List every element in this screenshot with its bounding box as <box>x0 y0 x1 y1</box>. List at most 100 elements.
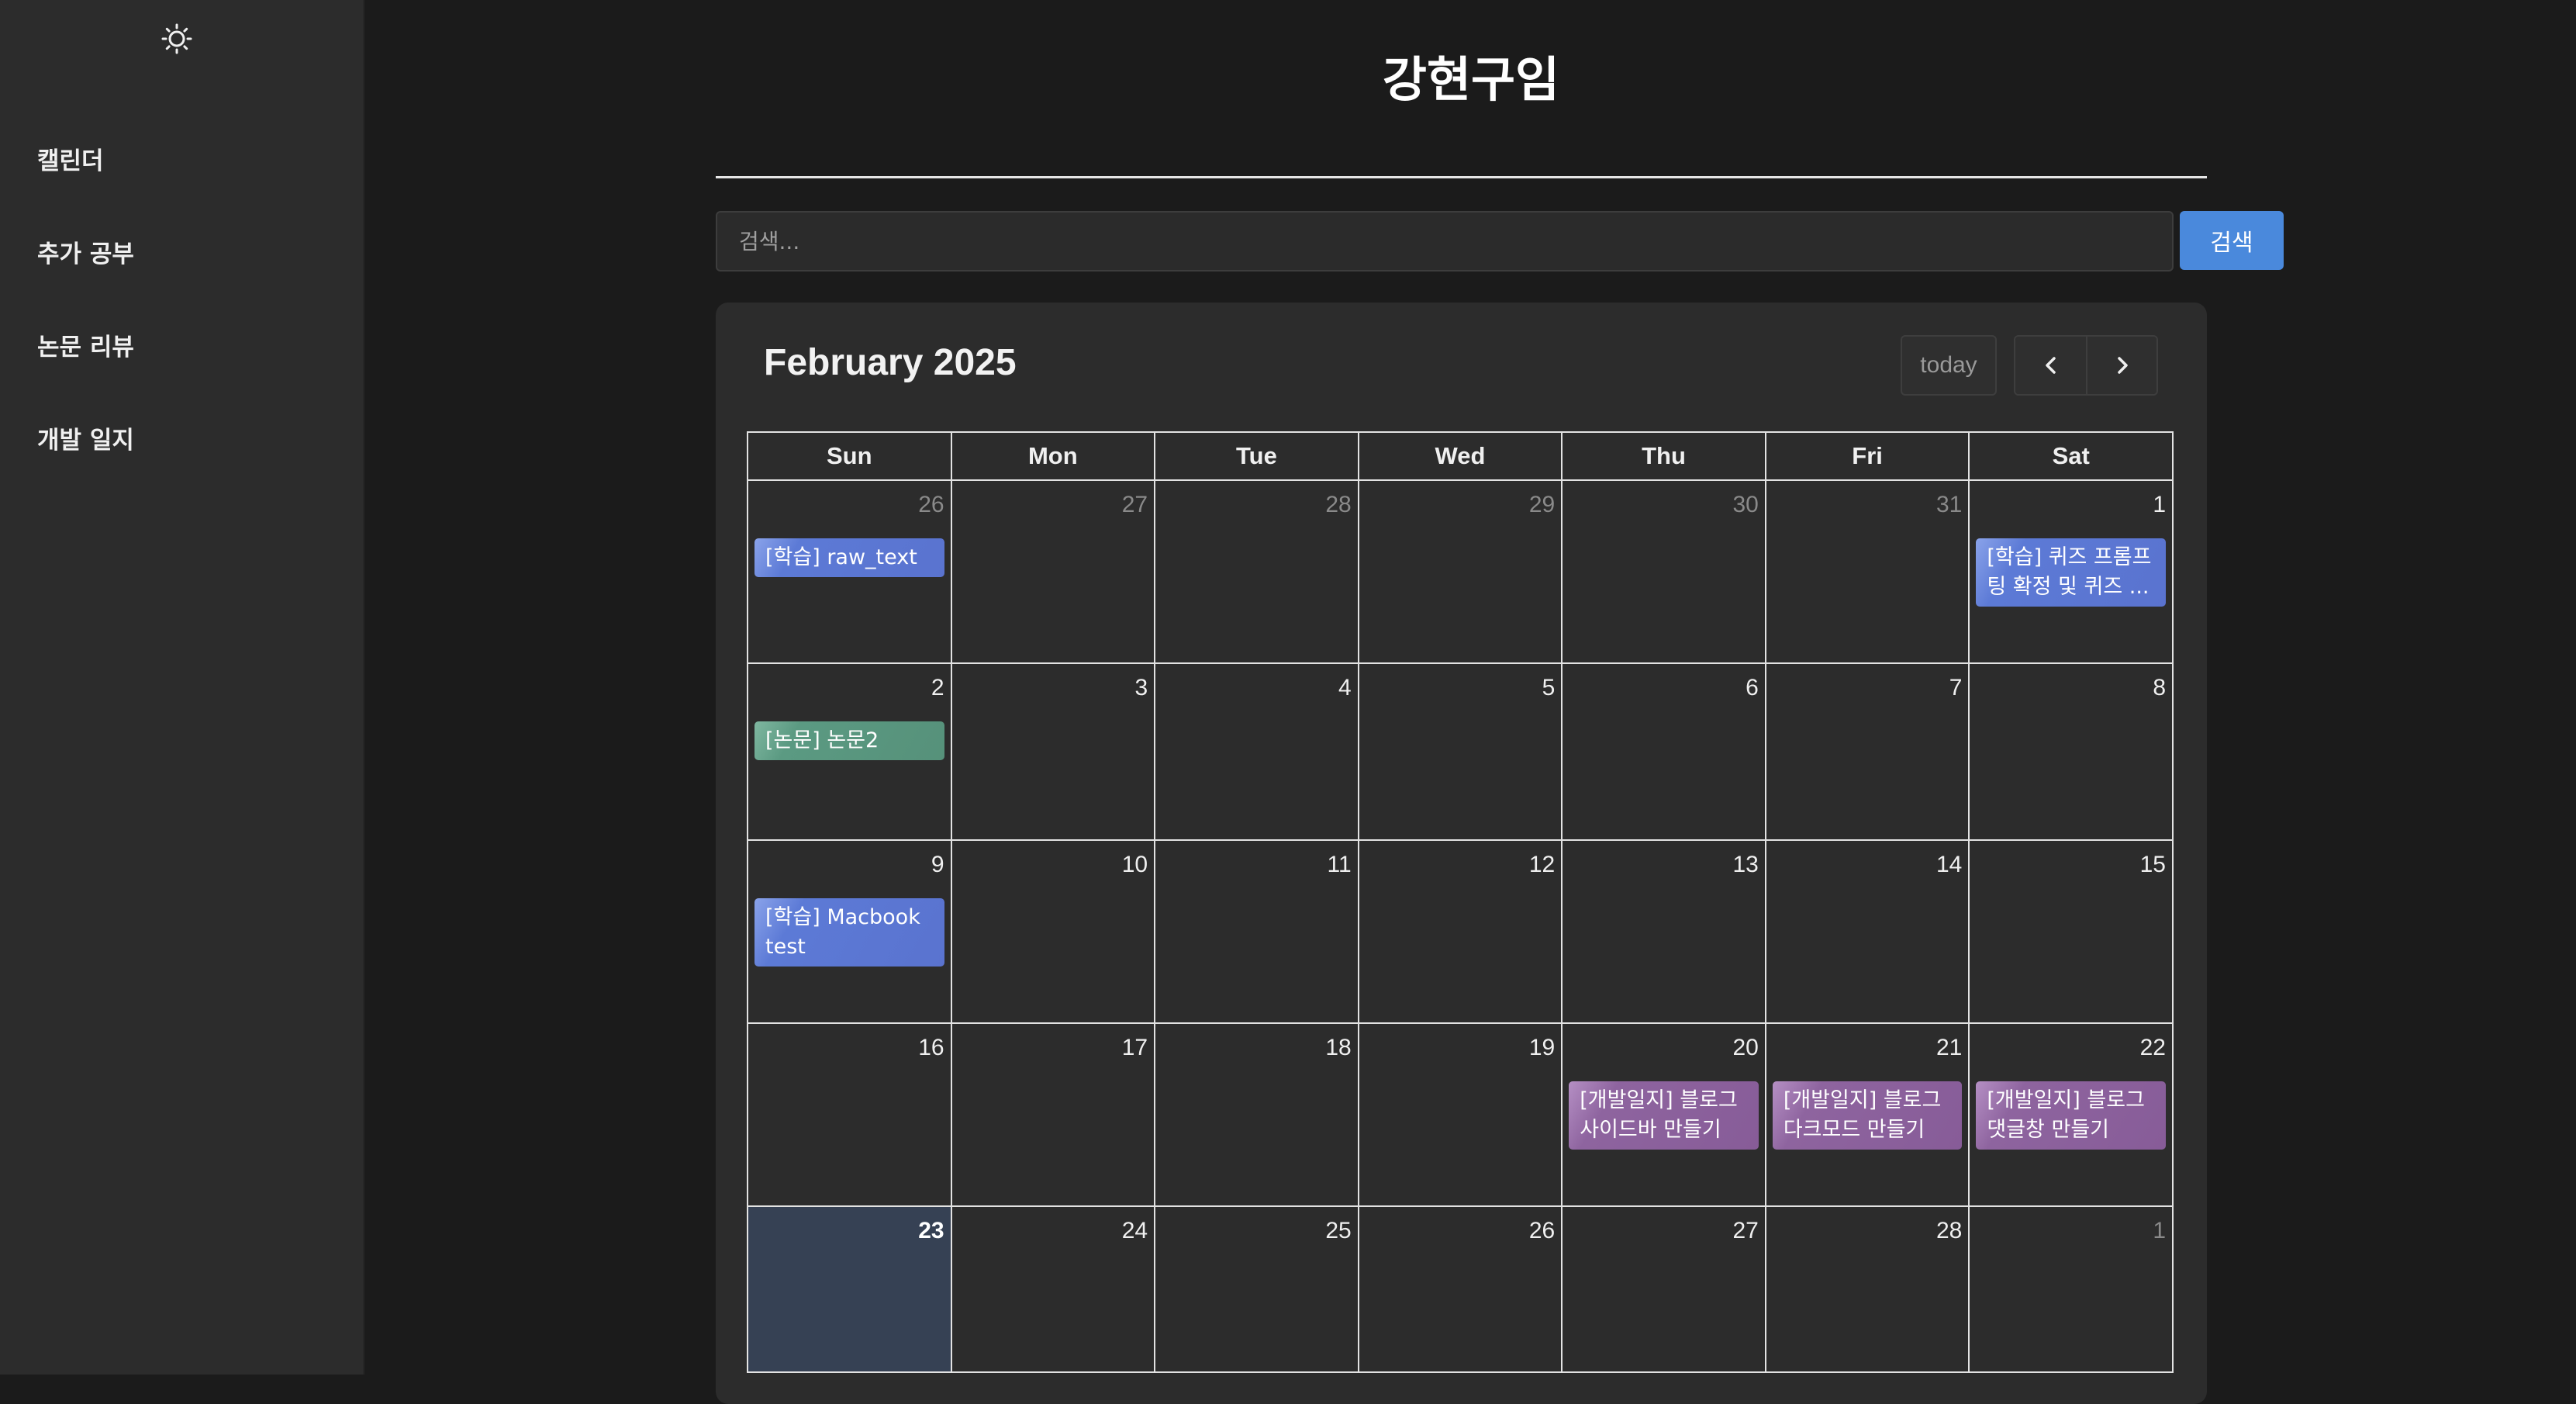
calendar-week-row: 16 17 18 19 20 [개발일지] 블로그 사이드바 만들기 21 [개발일지] 블로… <box>747 1022 2174 1207</box>
calendar-day-cell[interactable]: 26 <box>1357 1205 1563 1373</box>
day-number[interactable]: 24 <box>1122 1218 1148 1244</box>
day-number[interactable]: 6 <box>1746 675 1759 701</box>
search-button[interactable]: 검색 <box>2180 211 2284 270</box>
search-input[interactable] <box>716 211 2174 271</box>
day-number[interactable]: 26 <box>918 492 944 518</box>
next-month-button[interactable] <box>2086 337 2156 394</box>
day-number[interactable]: 28 <box>1936 1218 1962 1244</box>
day-number[interactable]: 13 <box>1732 852 1758 878</box>
weekday-header-row: Sun Mon Tue Wed Thu Fri Sat <box>747 431 2174 481</box>
day-number[interactable]: 19 <box>1529 1035 1555 1061</box>
calendar-day-cell[interactable]: 19 <box>1357 1022 1563 1207</box>
day-number[interactable]: 10 <box>1122 852 1148 878</box>
day-number[interactable]: 29 <box>1529 492 1555 518</box>
day-number[interactable]: 1 <box>2153 1218 2166 1244</box>
calendar-day-cell[interactable]: 5 <box>1357 662 1563 841</box>
calendar-day-cell[interactable]: 26 [학습] raw_text <box>747 479 952 664</box>
day-number[interactable]: 18 <box>1325 1035 1351 1061</box>
calendar-day-cell[interactable]: 28 <box>1764 1205 1970 1373</box>
day-number[interactable]: 20 <box>1732 1035 1758 1061</box>
day-number[interactable]: 30 <box>1732 492 1758 518</box>
calendar-day-cell[interactable]: 15 <box>1968 839 2174 1024</box>
day-number[interactable]: 14 <box>1936 852 1962 878</box>
calendar-day-cell[interactable]: 27 <box>950 479 1156 664</box>
chevron-left-icon <box>2045 357 2056 374</box>
sidebar-item-paper-review[interactable]: 논문 리뷰 <box>37 324 134 417</box>
title-divider <box>716 176 2207 178</box>
calendar-day-cell[interactable]: 7 <box>1764 662 1970 841</box>
sidebar-item-calendar[interactable]: 캘린더 <box>37 138 134 231</box>
day-number[interactable]: 4 <box>1338 675 1352 701</box>
calendar-day-cell[interactable]: 1 <box>1968 1205 2174 1373</box>
sun-icon <box>161 23 192 54</box>
calendar-day-cell[interactable]: 11 <box>1154 839 1359 1024</box>
day-number[interactable]: 31 <box>1936 492 1962 518</box>
day-number[interactable]: 1 <box>2153 492 2166 518</box>
calendar-day-cell[interactable]: 27 <box>1561 1205 1766 1373</box>
calendar-day-cell[interactable]: 8 <box>1968 662 2174 841</box>
theme-toggle-button[interactable] <box>160 22 194 56</box>
calendar-event[interactable]: [학습] 퀴즈 프롬프팅 확정 및 퀴즈 ... <box>1976 538 2166 607</box>
calendar-day-cell[interactable]: 1 [학습] 퀴즈 프롬프팅 확정 및 퀴즈 ... <box>1968 479 2174 664</box>
day-number[interactable]: 26 <box>1529 1218 1555 1244</box>
calendar-title: February 2025 <box>764 342 1017 383</box>
calendar-day-cell[interactable]: 25 <box>1154 1205 1359 1373</box>
day-number[interactable]: 5 <box>1542 675 1556 701</box>
calendar-day-cell[interactable]: 17 <box>950 1022 1156 1207</box>
day-number[interactable]: 25 <box>1325 1218 1351 1244</box>
calendar-day-cell[interactable]: 29 <box>1357 479 1563 664</box>
day-number[interactable]: 15 <box>2140 852 2166 878</box>
today-button[interactable]: today <box>1901 335 1997 396</box>
calendar-day-cell[interactable]: 28 <box>1154 479 1359 664</box>
day-number[interactable]: 11 <box>1328 852 1352 878</box>
day-number[interactable]: 21 <box>1936 1035 1962 1061</box>
day-number[interactable]: 7 <box>1949 675 1963 701</box>
prev-month-button[interactable] <box>2015 337 2086 394</box>
weekday-header: Sun <box>747 431 952 481</box>
calendar-day-cell[interactable]: 31 <box>1764 479 1970 664</box>
calendar-day-cell[interactable]: 4 <box>1154 662 1359 841</box>
calendar-day-cell[interactable]: 13 <box>1561 839 1766 1024</box>
calendar-day-cell[interactable]: 2 [논문] 논문2 <box>747 662 952 841</box>
main-content: 강현구임 검색 February 2025 today Sun Mon <box>366 0 2576 1404</box>
sidebar-item-dev-log[interactable]: 개발 일지 <box>37 417 134 510</box>
calendar-day-cell[interactable]: 24 <box>950 1205 1156 1373</box>
day-number[interactable]: 12 <box>1529 852 1555 878</box>
calendar-day-cell[interactable]: 3 <box>950 662 1156 841</box>
calendar-body: 26 [학습] raw_text 27 28 29 30 31 1 [학습] 퀴즈 프롬프팅 확… <box>747 479 2174 1373</box>
calendar-day-cell[interactable]: 22 [개발일지] 블로그 댓글창 만들기 <box>1968 1022 2174 1207</box>
calendar-week-row: 9 [학습] Macbook test 10 11 12 13 14 15 <box>747 839 2174 1024</box>
day-number[interactable]: 28 <box>1325 492 1351 518</box>
calendar-day-cell[interactable]: 21 [개발일지] 블로그 다크모드 만들기 <box>1764 1022 1970 1207</box>
day-number[interactable]: 8 <box>2153 675 2166 701</box>
calendar-event[interactable]: [논문] 논문2 <box>754 721 944 760</box>
calendar-day-cell[interactable]: 9 [학습] Macbook test <box>747 839 952 1024</box>
day-number[interactable]: 3 <box>1134 675 1148 701</box>
calendar-day-cell[interactable]: 30 <box>1561 479 1766 664</box>
day-number[interactable]: 17 <box>1122 1035 1148 1061</box>
calendar-day-cell[interactable]: 6 <box>1561 662 1766 841</box>
day-number[interactable]: 22 <box>2140 1035 2166 1061</box>
calendar-day-cell-today[interactable]: 23 <box>747 1205 952 1373</box>
calendar: February 2025 today Sun Mon Tue Wed Thu … <box>716 303 2207 1404</box>
calendar-day-cell[interactable]: 12 <box>1357 839 1563 1024</box>
calendar-day-cell[interactable]: 16 <box>747 1022 952 1207</box>
day-number[interactable]: 9 <box>931 852 944 878</box>
calendar-day-cell[interactable]: 20 [개발일지] 블로그 사이드바 만들기 <box>1561 1022 1766 1207</box>
day-number[interactable]: 23 <box>918 1218 944 1244</box>
day-number[interactable]: 16 <box>918 1035 944 1061</box>
calendar-event[interactable]: [개발일지] 블로그 사이드바 만들기 <box>1569 1081 1759 1150</box>
calendar-week-row: 2 [논문] 논문2 3 4 5 6 7 8 <box>747 662 2174 841</box>
calendar-event[interactable]: [개발일지] 블로그 댓글창 만들기 <box>1976 1081 2166 1150</box>
calendar-event[interactable]: [개발일지] 블로그 다크모드 만들기 <box>1772 1081 1963 1150</box>
day-number[interactable]: 2 <box>931 675 944 701</box>
calendar-event[interactable]: [학습] Macbook test <box>754 898 944 967</box>
calendar-day-cell[interactable]: 14 <box>1764 839 1970 1024</box>
calendar-event[interactable]: [학습] raw_text <box>754 538 944 577</box>
calendar-day-cell[interactable]: 18 <box>1154 1022 1359 1207</box>
calendar-day-cell[interactable]: 10 <box>950 839 1156 1024</box>
calendar-grid: Sun Mon Tue Wed Thu Fri Sat 26 [학습] raw_t… <box>747 431 2174 1373</box>
day-number[interactable]: 27 <box>1122 492 1148 518</box>
day-number[interactable]: 27 <box>1732 1218 1758 1244</box>
sidebar-item-extra-study[interactable]: 추가 공부 <box>37 231 134 324</box>
